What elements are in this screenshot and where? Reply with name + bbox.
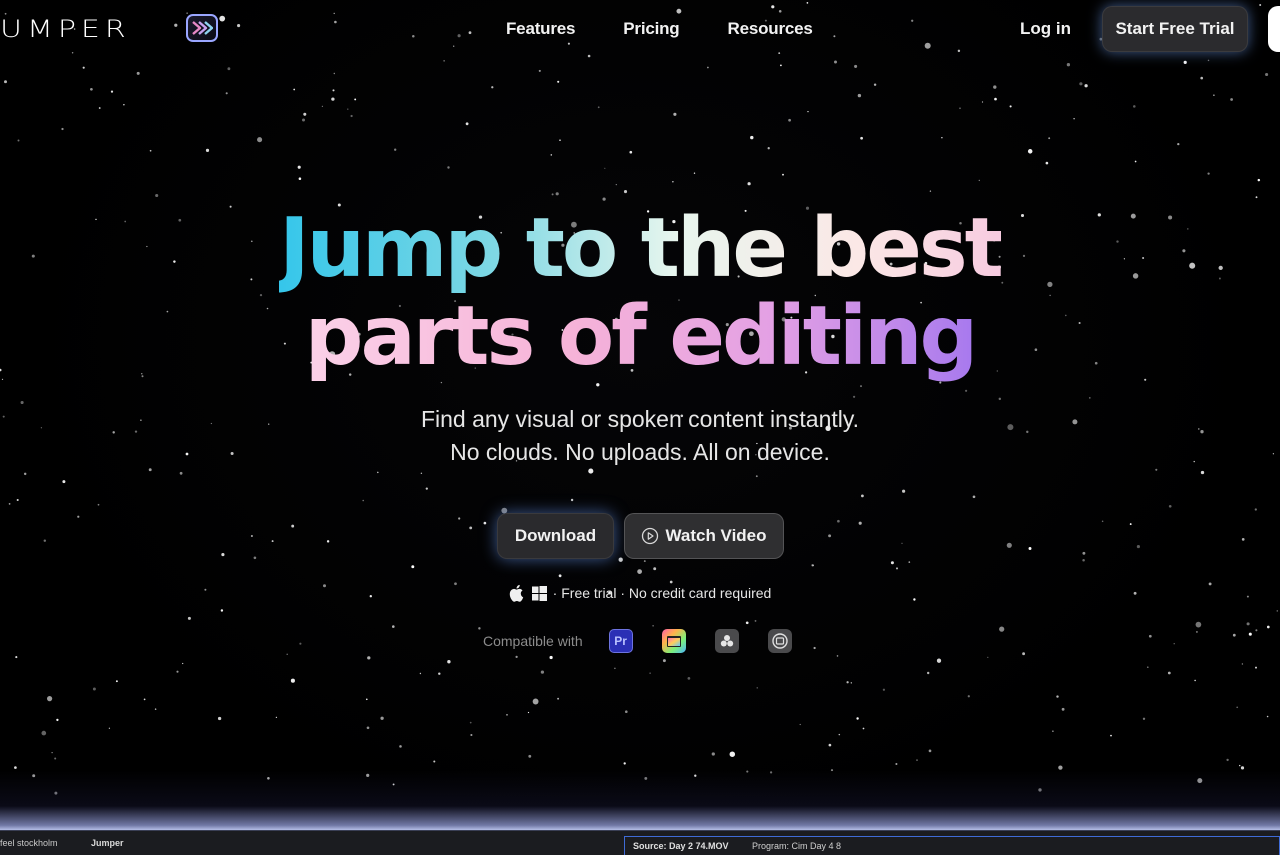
subtitle-line-2: No clouds. No uploads. All on device. bbox=[450, 439, 830, 465]
offscreen-button[interactable] bbox=[1268, 6, 1280, 52]
premiere-pro-icon: Pr bbox=[608, 629, 633, 653]
capcut-icon bbox=[767, 629, 792, 653]
windows-icon bbox=[531, 585, 547, 601]
nav-link-features[interactable]: Features bbox=[506, 19, 575, 39]
play-circle-icon bbox=[642, 527, 659, 545]
final-cut-pro-icon bbox=[661, 629, 686, 653]
jumper-panel-tab: Jumper bbox=[91, 838, 124, 848]
top-nav: UMPER Features Pricing Resources Log in … bbox=[0, 0, 1280, 60]
watch-video-label: Watch Video bbox=[665, 526, 767, 545]
platform-note: · Free trial · No credit card required bbox=[0, 584, 1280, 602]
nav-link-pricing[interactable]: Pricing bbox=[623, 19, 679, 39]
apple-icon bbox=[509, 584, 524, 602]
login-link[interactable]: Log in bbox=[1020, 19, 1071, 39]
headline-line-1: Jump to the best bbox=[0, 208, 1280, 290]
free-trial-note: · Free trial · No credit card required bbox=[552, 585, 772, 601]
compatible-label: Compatible with bbox=[483, 633, 583, 649]
project-name: feel stockholm bbox=[0, 838, 58, 848]
subtitle-line-1: Find any visual or spoken content instan… bbox=[420, 406, 860, 432]
source-tab: Source: Day 2 74.MOV bbox=[633, 841, 729, 851]
nav-link-resources[interactable]: Resources bbox=[728, 19, 813, 39]
download-button[interactable]: Download bbox=[497, 513, 614, 559]
nav-links: Features Pricing Resources bbox=[506, 19, 861, 39]
logo-wordmark: UMPER bbox=[0, 15, 131, 43]
logo-chevron-icon bbox=[186, 14, 218, 42]
headline-text-2: parts of editing bbox=[304, 289, 978, 384]
davinci-resolve-icon bbox=[714, 629, 739, 653]
jumper-logo[interactable]: UMPER bbox=[0, 12, 218, 46]
download-label: Download bbox=[514, 526, 597, 545]
watch-video-button[interactable]: Watch Video bbox=[624, 513, 784, 559]
start-free-trial-button[interactable]: Start Free Trial bbox=[1102, 6, 1248, 52]
compatibility-row: Compatible with Pr bbox=[483, 628, 821, 654]
headline-line-2: parts of editing bbox=[0, 296, 1280, 378]
headline-text-1: Jump to the best bbox=[279, 201, 1004, 296]
horizon-glow bbox=[0, 770, 1280, 830]
landing-page: UMPER Features Pricing Resources Log in … bbox=[0, 0, 1280, 855]
program-tab: Program: Cim Day 4 8 bbox=[752, 841, 842, 851]
